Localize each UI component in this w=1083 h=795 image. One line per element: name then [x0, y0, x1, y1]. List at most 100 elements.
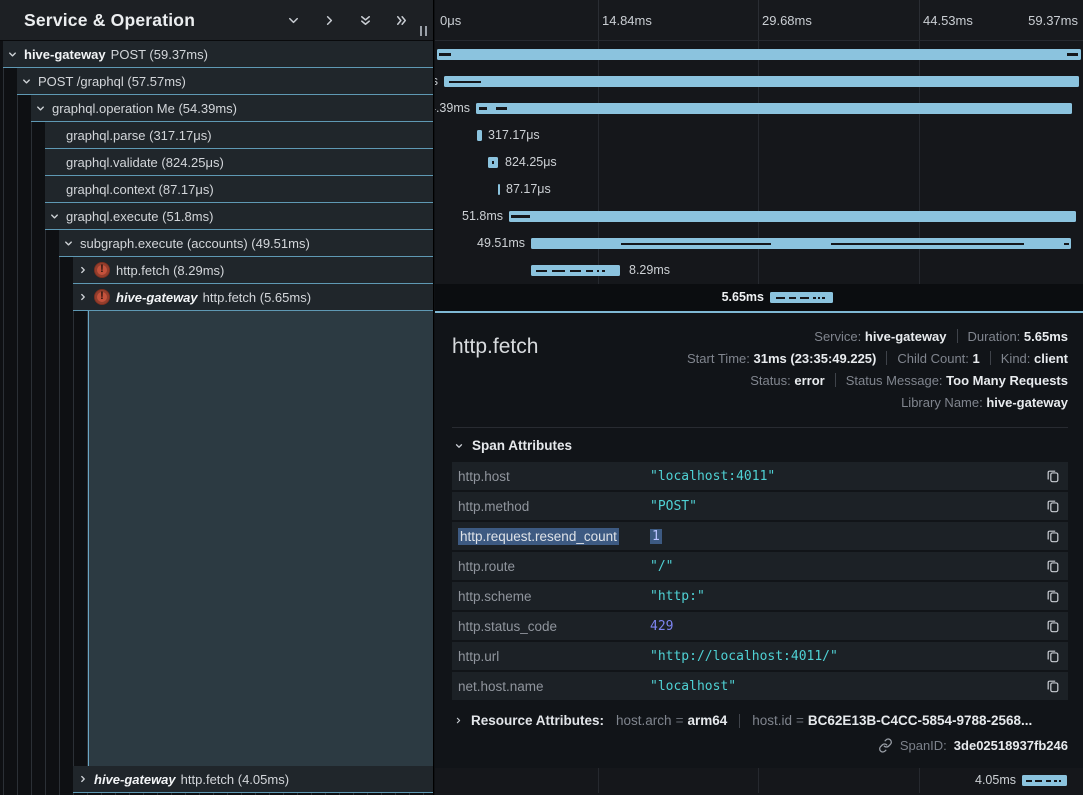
span-label: graphql.validate (824.25μs) [66, 155, 224, 170]
chevron-right-icon[interactable] [77, 292, 88, 302]
service-name: hive-gateway [24, 47, 106, 62]
timeline-row-selected[interactable]: 5.65ms [435, 284, 1083, 311]
duration-label: 51.8ms [462, 209, 503, 223]
attr-value: "http:" [650, 589, 1038, 604]
meta-label: Library Name: [901, 395, 983, 410]
tree-row-post-graphql[interactable]: POST /graphql (57.57ms) [17, 68, 433, 95]
span-detail-panel: http.fetch Service: hive-gateway Duratio… [435, 311, 1083, 768]
timeline-ruler: 0μs 14.84ms 29.68ms 44.53ms 59.37ms [435, 0, 1083, 41]
copy-icon[interactable] [1046, 679, 1060, 693]
tree-row-graphql-validate[interactable]: graphql.validate (824.25μs) [45, 149, 433, 176]
meta-label: Child Count: [897, 351, 969, 366]
tree-row-graphql-context[interactable]: graphql.context (87.17μs) [45, 176, 433, 203]
copy-icon[interactable] [1046, 469, 1060, 483]
tree-row-http-fetch-405[interactable]: hive-gatewayhttp.fetch (4.05ms) [73, 766, 433, 793]
chevron-down-icon [454, 441, 464, 451]
duration-label: 8.29ms [629, 263, 670, 277]
span-attributes-header[interactable]: Span Attributes [454, 438, 1068, 453]
span-tree-panel: Service & Operation hive-gatewayPOST (59… [0, 0, 434, 795]
timeline-rows: 57.57ms 54.39ms 317.17μs 824.25μs 87.17μ… [435, 41, 1083, 311]
chevron-down-icon[interactable] [49, 211, 60, 222]
chevron-down-icon[interactable] [286, 13, 301, 28]
tree-row-hive-gateway-post[interactable]: hive-gatewayPOST (59.37ms) [3, 41, 433, 68]
meta-value: hive-gateway [865, 329, 947, 344]
timeline-row: 54.39ms [435, 95, 1083, 122]
meta-value: hive-gateway [986, 395, 1068, 410]
resource-value: arm64 [687, 713, 727, 728]
timeline-row: 824.25μs [435, 149, 1083, 176]
chevron-down-icon[interactable] [63, 238, 74, 249]
trace-viewer: Service & Operation hive-gatewayPOST (59… [0, 0, 1083, 795]
chevron-down-icon[interactable] [7, 49, 18, 60]
timeline-row: 87.17μs [435, 176, 1083, 203]
span-label: POST /graphql (57.57ms) [38, 74, 186, 89]
timeline-row [435, 41, 1083, 68]
meta-value: 31ms (23:35:49.225) [754, 351, 877, 366]
span-id-value: 3de02518937fb246 [954, 738, 1068, 753]
service-name: hive-gateway [116, 290, 198, 305]
span-label: graphql.parse (317.17μs) [66, 128, 212, 143]
chevron-right-icon[interactable] [77, 265, 88, 275]
double-chevron-down-icon[interactable] [358, 13, 373, 28]
span-label: http.fetch (8.29ms) [116, 263, 224, 278]
error-badge-icon: ! [94, 289, 110, 305]
copy-icon[interactable] [1046, 529, 1060, 543]
tree-row-http-fetch-565-selected[interactable]: ! hive-gatewayhttp.fetch (5.65ms) [73, 284, 433, 311]
copy-icon[interactable] [1046, 499, 1060, 513]
chevron-down-icon[interactable] [21, 76, 32, 87]
span-label: graphql.operation Me (54.39ms) [52, 101, 237, 116]
tree-row-subgraph-execute[interactable]: subgraph.execute (accounts) (49.51ms) [59, 230, 433, 257]
span-bar-context[interactable] [498, 184, 500, 195]
copy-icon[interactable] [1046, 589, 1060, 603]
tree-row-graphql-parse[interactable]: graphql.parse (317.17μs) [45, 122, 433, 149]
span-bar-post[interactable] [437, 49, 1081, 60]
span-bar-operation[interactable] [476, 103, 1072, 114]
span-label: subgraph.execute (accounts) (49.51ms) [80, 236, 310, 251]
span-bar-http-fetch-565[interactable] [770, 292, 833, 303]
ruler-tick: 0μs [440, 13, 461, 28]
detail-title: http.fetch [452, 325, 538, 413]
copy-icon[interactable] [1046, 649, 1060, 663]
span-id-label: SpanID: [900, 738, 947, 753]
chevron-down-icon[interactable] [35, 103, 46, 114]
meta-value: client [1034, 351, 1068, 366]
tree-row-graphql-operation[interactable]: graphql.operation Me (54.39ms) [31, 95, 433, 122]
timeline-panel: 0μs 14.84ms 29.68ms 44.53ms 59.37ms 57.5… [435, 0, 1083, 795]
span-bar-http-fetch-829[interactable] [531, 265, 620, 276]
duration-label: 824.25μs [505, 155, 557, 169]
span-label: graphql.context (87.17μs) [66, 182, 214, 197]
copy-icon[interactable] [1046, 619, 1060, 633]
duration-label: 87.17μs [506, 182, 551, 196]
tree-row-http-fetch-829[interactable]: ! http.fetch (8.29ms) [73, 257, 433, 284]
tree-row-graphql-execute[interactable]: graphql.execute (51.8ms) [45, 203, 433, 230]
span-bar-parse[interactable] [477, 130, 482, 141]
double-chevron-right-icon[interactable] [394, 13, 409, 28]
meta-label: Service: [814, 329, 861, 344]
span-bar-subgraph[interactable] [531, 238, 1071, 249]
attr-key: http.request.resend_count [458, 528, 619, 545]
attr-row: http.scheme "http:" [452, 582, 1068, 610]
ruler-tick: 44.53ms [923, 13, 973, 28]
copy-icon[interactable] [1046, 559, 1060, 573]
resource-attributes-row: Resource Attributes: host.arch=arm64 hos… [454, 713, 1068, 728]
duration-label: 49.51ms [477, 236, 525, 250]
attr-key: http.host [458, 469, 650, 484]
span-bar-graphql[interactable] [444, 76, 1079, 87]
chevron-right-icon[interactable] [77, 774, 88, 784]
duration-label: 57.57ms [435, 74, 438, 88]
span-bar-execute[interactable] [509, 211, 1076, 222]
resource-attributes-header[interactable]: Resource Attributes: [454, 713, 604, 728]
link-icon[interactable] [878, 738, 893, 753]
panel-resize-handle[interactable] [420, 26, 427, 36]
chevron-right-icon[interactable] [322, 13, 337, 28]
timeline-row: 317.17μs [435, 122, 1083, 149]
meta-label: Duration: [968, 329, 1021, 344]
meta-label: Start Time: [687, 351, 750, 366]
span-bar-http-fetch-405[interactable] [1022, 775, 1067, 786]
attr-key: http.route [458, 559, 650, 574]
meta-value: 1 [973, 351, 980, 366]
attr-row-selected: http.request.resend_count 1 [452, 522, 1068, 550]
span-bar-validate[interactable] [488, 157, 498, 168]
attr-value: "localhost" [650, 679, 1038, 694]
duration-label: 4.05ms [975, 773, 1016, 787]
